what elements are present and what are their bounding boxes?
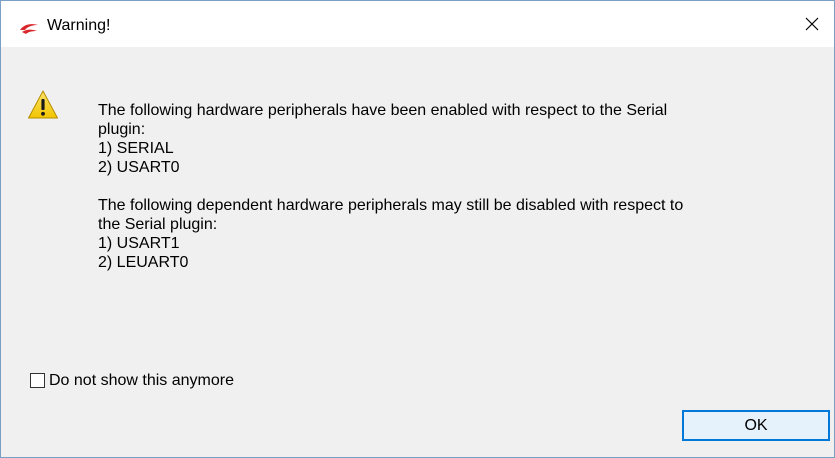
peripheral-item: 2) LEUART0 <box>98 254 189 271</box>
message-line: the Serial plugin: <box>98 216 218 233</box>
peripheral-item: 1) SERIAL <box>98 140 174 157</box>
warning-icon <box>27 89 59 121</box>
message-line: plugin: <box>98 121 146 138</box>
title-bar: Warning! <box>1 1 834 47</box>
peripheral-item: 1) USART1 <box>98 235 180 252</box>
message-line: The following hardware peripherals have … <box>98 102 668 119</box>
close-button[interactable] <box>790 1 834 47</box>
checkbox-label[interactable]: Do not show this anymore <box>49 371 234 390</box>
message-text: The following hardware peripherals have … <box>98 101 818 272</box>
message-line: The following dependent hardware periphe… <box>98 197 684 214</box>
close-icon <box>804 16 820 32</box>
dialog-title: Warning! <box>47 17 111 34</box>
peripheral-item: 2) USART0 <box>98 159 180 176</box>
silabs-logo-icon <box>19 21 39 35</box>
warning-dialog: Warning! The following hardware peripher… <box>0 0 835 458</box>
do-not-show-checkbox[interactable] <box>30 373 45 388</box>
do-not-show-checkbox-row[interactable]: Do not show this anymore <box>30 371 234 390</box>
ok-button[interactable]: OK <box>682 410 830 441</box>
